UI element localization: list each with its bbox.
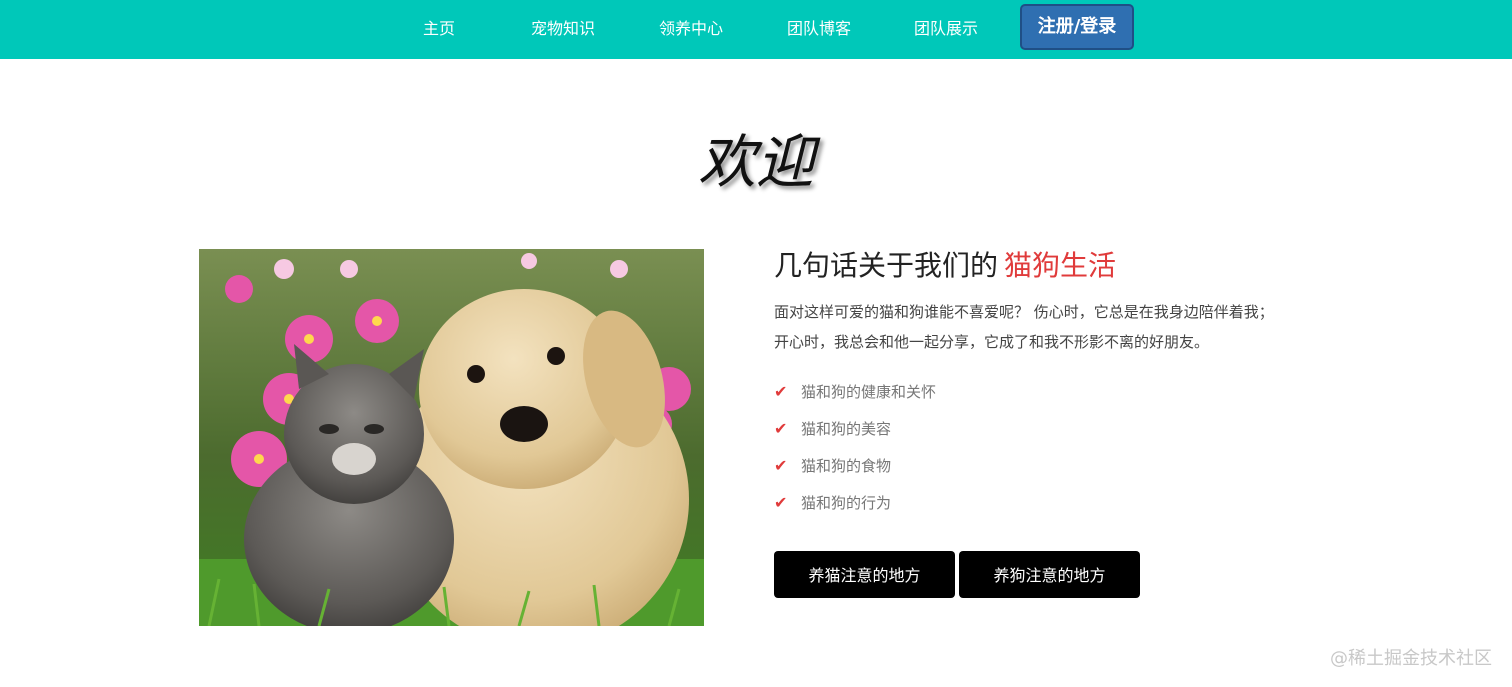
- nav-item-team-showcase[interactable]: 团队展示: [914, 17, 978, 41]
- nav-item-adoption-center[interactable]: 领养中心: [659, 17, 723, 41]
- about-description-line-2: 开心时，我总会和他一起分享，它成了和我不形影不离的好朋友。: [774, 333, 1210, 351]
- check-icon: ✔: [774, 493, 788, 512]
- check-icon: ✔: [774, 419, 788, 438]
- feature-text: 猫和狗的健康和关怀: [801, 383, 937, 401]
- dog-care-tips-button[interactable]: 养狗注意的地方: [959, 551, 1140, 598]
- about-description: 面对这样可爱的猫和狗谁能不喜爱呢？ 伤心时，它总是在我身边陪伴着我； 开心时，我…: [774, 297, 1334, 357]
- register-login-button[interactable]: 注册/登录: [1020, 4, 1134, 50]
- feature-text: 猫和狗的美容: [801, 420, 892, 438]
- feature-item: ✔ 猫和狗的行为: [774, 491, 936, 528]
- cat-care-tips-button[interactable]: 养猫注意的地方: [774, 551, 955, 598]
- about-description-line-1: 面对这样可爱的猫和狗谁能不喜爱呢？ 伤心时，它总是在我身边陪伴着我；: [774, 303, 1274, 321]
- about-heading-accent: 猫狗生活: [1004, 249, 1117, 282]
- feature-item: ✔ 猫和狗的美容: [774, 417, 936, 454]
- about-heading: 几句话关于我们的 猫狗生活: [774, 246, 1116, 286]
- welcome-heading: 欢迎: [697, 128, 814, 196]
- nav-item-pet-knowledge[interactable]: 宠物知识: [531, 17, 595, 41]
- top-navbar: 主页 宠物知识 领养中心 团队博客 团队展示 注册/登录: [0, 0, 1512, 59]
- nav-item-home[interactable]: 主页: [423, 17, 455, 41]
- feature-list: ✔ 猫和狗的健康和关怀 ✔ 猫和狗的美容 ✔ 猫和狗的食物 ✔ 猫和狗的行为: [774, 380, 936, 528]
- check-icon: ✔: [774, 382, 788, 401]
- feature-item: ✔ 猫和狗的食物: [774, 454, 936, 491]
- feature-text: 猫和狗的行为: [801, 494, 892, 512]
- watermark: @稀土掘金技术社区: [1330, 648, 1492, 669]
- about-heading-prefix: 几句话关于我们的: [774, 249, 999, 282]
- feature-item: ✔ 猫和狗的健康和关怀: [774, 380, 936, 417]
- nav-item-team-blog[interactable]: 团队博客: [787, 17, 851, 41]
- kitten-and-puppy-image: [199, 249, 704, 626]
- feature-text: 猫和狗的食物: [801, 457, 892, 475]
- check-icon: ✔: [774, 456, 788, 475]
